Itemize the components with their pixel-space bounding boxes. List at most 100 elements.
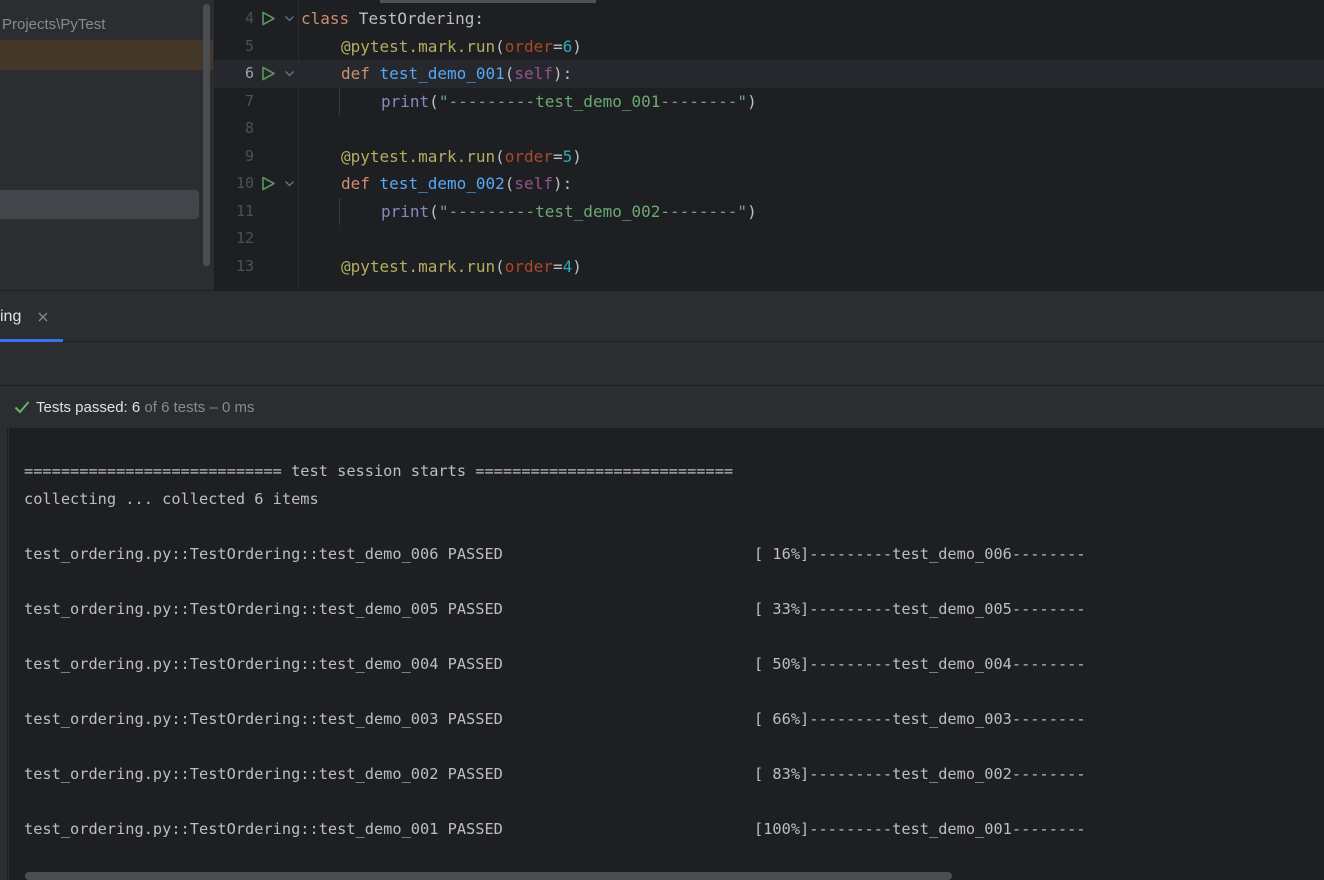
code-line: 12 <box>214 225 1324 252</box>
editor-tab-indicator <box>380 0 596 3</box>
close-icon[interactable] <box>37 311 49 323</box>
fold-chevron-icon[interactable] <box>284 13 295 24</box>
builtin-print: print <box>381 202 430 221</box>
number: 6 <box>562 37 573 56</box>
tests-passed-count: Tests passed: 6 <box>36 399 141 416</box>
paren: ( <box>495 257 505 276</box>
code-line: 7 print("---------test_demo_001--------"… <box>214 88 1324 115</box>
paren: ( <box>504 174 515 193</box>
code-text: class TestOrdering: <box>301 5 484 32</box>
decorator: @pytest.mark.run <box>341 147 496 166</box>
test-result-line: test_ordering.py::TestOrdering::test_dem… <box>24 820 503 838</box>
project-scrollbar[interactable] <box>203 4 210 266</box>
tests-passed-detail: of 6 tests – 0 ms <box>140 399 255 416</box>
signature-end: ): <box>552 64 573 83</box>
test-progress-output: [ 83%]---------test_demo_002-------- <box>754 765 1086 783</box>
paren: ) <box>572 37 582 56</box>
builtin-print: print <box>381 92 430 111</box>
test-status-bar: Tests passed: 6 of 6 tests – 0 ms <box>0 386 1324 428</box>
project-tree-item-highlighted[interactable] <box>0 40 213 70</box>
self-param: self <box>514 174 553 193</box>
equals: = <box>552 37 563 56</box>
line-number: 6 <box>244 64 254 82</box>
test-progress-output: [ 16%]---------test_demo_006-------- <box>754 545 1086 563</box>
paren: ( <box>495 147 505 166</box>
code-line: 8 <box>214 115 1324 142</box>
run-tab-bar: ing <box>0 290 1324 342</box>
run-gutter-icon[interactable] <box>261 66 276 81</box>
tests-passed-status: Tests passed: 6 of 6 tests – 0 ms <box>36 399 254 416</box>
collecting-line: collecting ... collected 6 items <box>24 490 319 508</box>
equals: = <box>552 147 563 166</box>
project-tool-window: Projects\PyTest <box>0 0 214 290</box>
paren: ( <box>495 37 505 56</box>
test-result-line: test_ordering.py::TestOrdering::test_dem… <box>24 765 503 783</box>
code-line: 11 print("---------test_demo_002--------… <box>214 198 1324 225</box>
code-text: def test_demo_001(self): <box>341 60 572 87</box>
code-line: 6 def test_demo_001(self): <box>214 60 1324 87</box>
paren: ) <box>747 92 757 111</box>
decorator: @pytest.mark.run <box>341 37 496 56</box>
check-icon <box>14 401 30 414</box>
paren: ) <box>572 147 582 166</box>
number: 5 <box>562 147 573 166</box>
param-name: order <box>504 147 553 166</box>
code-line: 5 @pytest.mark.run(order=6) <box>214 33 1324 60</box>
number: 4 <box>562 257 573 276</box>
line-number: 11 <box>235 202 254 220</box>
line-number: 13 <box>235 257 254 275</box>
string-literal: "---------test_demo_002--------" <box>438 202 748 221</box>
test-progress-output: [ 50%]---------test_demo_004-------- <box>754 655 1086 673</box>
session-start-line: ============================ test sessio… <box>24 462 734 480</box>
function-name: test_demo_002 <box>379 174 505 193</box>
line-number: 7 <box>244 92 254 110</box>
run-gutter-icon[interactable] <box>261 176 276 191</box>
param-name: order <box>504 37 553 56</box>
console-horizontal-scrollbar[interactable] <box>25 872 952 880</box>
function-name: test_demo_001 <box>379 64 505 83</box>
test-tree-collapsed-strip[interactable] <box>0 386 8 880</box>
keyword-class: class <box>301 9 350 28</box>
decorator: @pytest.mark.run <box>341 257 496 276</box>
code-text: print("---------test_demo_002--------") <box>381 198 757 225</box>
run-gutter-icon[interactable] <box>261 11 276 26</box>
paren: ( <box>429 92 439 111</box>
code-line: 10 def test_demo_002(self): <box>214 170 1324 197</box>
test-progress-output: [ 33%]---------test_demo_005-------- <box>754 600 1086 618</box>
line-number: 12 <box>235 229 254 247</box>
code-line: 4 class TestOrdering: <box>214 5 1324 32</box>
line-number: 9 <box>244 147 254 165</box>
paren: ) <box>572 257 582 276</box>
code-text: print("---------test_demo_001--------") <box>381 88 757 115</box>
project-path[interactable]: Projects\PyTest <box>2 16 105 33</box>
line-number: 10 <box>235 174 254 192</box>
run-toolbar <box>0 342 1324 386</box>
paren: ( <box>429 202 439 221</box>
param-name: order <box>504 257 553 276</box>
project-tree-item-selected[interactable] <box>0 190 199 219</box>
equals: = <box>552 257 563 276</box>
code-line: 9 @pytest.mark.run(order=5) <box>214 143 1324 170</box>
self-param: self <box>514 64 553 83</box>
code-text: @pytest.mark.run(order=4) <box>341 253 582 280</box>
fold-chevron-icon[interactable] <box>284 178 295 189</box>
test-result-line: test_ordering.py::TestOrdering::test_dem… <box>24 600 503 618</box>
paren: ) <box>747 202 757 221</box>
string-literal: "---------test_demo_001--------" <box>438 92 748 111</box>
line-number: 8 <box>244 119 254 137</box>
code-editor[interactable]: 4 class TestOrdering: 5 @pytest.mark.run… <box>214 0 1324 290</box>
run-tool-window: ing Tests passed: 6 of 6 tests – 0 ms ==… <box>0 290 1324 880</box>
test-result-line: test_ordering.py::TestOrdering::test_dem… <box>24 710 503 728</box>
run-tab-label[interactable]: ing <box>0 308 21 326</box>
code-text: @pytest.mark.run(order=5) <box>341 143 582 170</box>
fold-chevron-icon[interactable] <box>284 68 295 79</box>
test-progress-output: [ 66%]---------test_demo_003-------- <box>754 710 1086 728</box>
console-output[interactable]: ============================ test sessio… <box>9 428 1324 880</box>
line-number: 4 <box>244 9 254 27</box>
keyword-def: def <box>341 64 370 83</box>
code-text: def test_demo_002(self): <box>341 170 572 197</box>
test-progress-output: [100%]---------test_demo_001-------- <box>754 820 1086 838</box>
signature-end: ): <box>552 174 573 193</box>
test-result-line: test_ordering.py::TestOrdering::test_dem… <box>24 545 503 563</box>
code-text: @pytest.mark.run(order=6) <box>341 33 582 60</box>
